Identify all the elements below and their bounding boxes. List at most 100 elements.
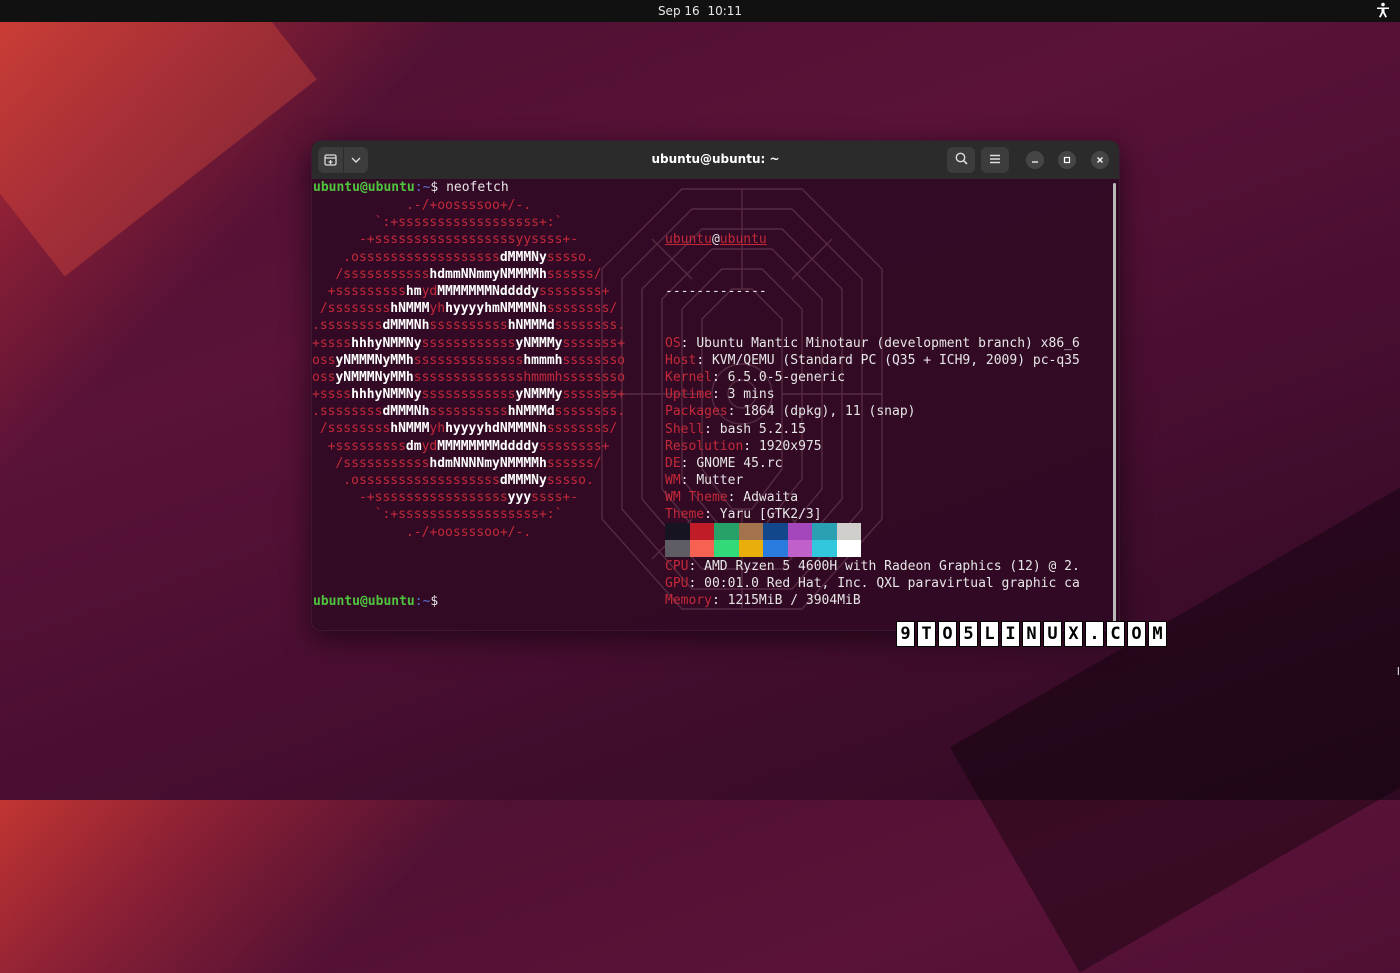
prompt-line-2: ubuntu@ubuntu:~$ (313, 593, 446, 610)
logo-segment: ssssssss+ (538, 283, 610, 299)
info-key: Memory (665, 593, 712, 609)
logo-segment: ssssssss. (554, 404, 626, 420)
logo-segment: ssssssssss (429, 404, 508, 420)
logo-segment: hNMMM (390, 301, 430, 317)
info-line: Theme: Yaru [GTK2/3] (665, 506, 1080, 523)
logo-segment: yNMMMy (515, 387, 563, 403)
info-value: AMD Ryzen 5 4600H with Radeon Graphics (… (704, 559, 1080, 575)
command-text: neofetch (446, 180, 509, 195)
logo-segment: /ssssssss (312, 301, 391, 317)
info-line: Kernel: 6.5.0-5-generic (665, 369, 1080, 386)
logo-segment: yd (421, 283, 438, 299)
maximize-button[interactable] (1058, 151, 1076, 169)
logo-segment: hNMMM (390, 421, 430, 437)
logo-segment: dMMMNy (499, 249, 547, 265)
logo-line: -+sssssssssssssssssyyyssss+- (312, 489, 625, 506)
terminal-header[interactable]: ubuntu@ubuntu: ~ (312, 141, 1119, 179)
logo-segment: MMMMMMMNddddy (437, 283, 539, 299)
logo-segment: ssssssss+ (538, 438, 610, 454)
close-button[interactable] (1091, 151, 1109, 169)
info-value: 1864 (dpkg), 11 (snap) (743, 404, 916, 420)
minimize-icon (1031, 154, 1039, 167)
logo-segment: /sssssssssss (312, 455, 430, 471)
color-swatch (787, 523, 812, 540)
logo-segment: yNMMMNyMMh (335, 352, 414, 368)
info-value: Ubuntu Mantic Minotaur (development bran… (696, 335, 1080, 351)
info-line: WM Theme: Adwaita (665, 489, 1080, 506)
watermark-letter: O (938, 621, 957, 647)
info-line: Uptime: 3 mins (665, 386, 1080, 403)
info-line: WM: Mutter (665, 472, 1080, 489)
logo-segment: /ssssssss (312, 421, 391, 437)
logo-segment: yNMMMy (515, 335, 563, 351)
color-swatch (812, 540, 837, 557)
prompt-user: ubuntu@ubuntu (313, 594, 415, 609)
info-line: Memory: 1215MiB / 3904MiB (665, 592, 1080, 609)
ubuntu-ascii-logo: .-/+oossssoo+/-. `:+ssssssssssssssssss+:… (312, 197, 625, 541)
info-colon: : (727, 490, 744, 506)
color-swatch (738, 540, 763, 557)
logo-line: ossyNMMMNyMMhsssssssssssssshmmmhssssssso (312, 352, 625, 369)
menu-button[interactable] (981, 147, 1009, 173)
info-line: DE: GNOME 45.rc (665, 455, 1080, 472)
logo-line: /ssssssssssshdmNNNNmyNMMMMhssssss/ (312, 455, 625, 472)
logo-segment: .-/+oossssoo+/-. (312, 524, 532, 540)
logo-line: .ossssssssssssssssssdMMMNysssso. (312, 249, 625, 266)
logo-segment: .ossssssssssssssssss (312, 473, 500, 488)
info-colon: : (711, 369, 728, 385)
clock-date: Sep 16 (657, 4, 700, 18)
logo-segment: ssssssss/ (546, 421, 618, 437)
logo-segment: sssssssssssssshmmmhssssssso (413, 369, 626, 385)
prompt-path: :~ (414, 594, 431, 609)
logo-segment: yh (429, 421, 446, 437)
logo-line: `:+ssssssssssssssssss+:` (312, 506, 625, 523)
info-value: Adwaita (743, 490, 799, 506)
color-swatch (714, 523, 739, 540)
color-swatch (836, 540, 861, 557)
logo-segment: hhhyNMMNy (351, 335, 422, 351)
clock-time: 10:11 (707, 4, 743, 18)
watermark-letter: M (1148, 621, 1167, 647)
logo-segment: dMMMNy (499, 473, 547, 488)
logo-segment: yyy (507, 490, 532, 506)
logo-line: .ossssssssssssssssssdMMMNysssso. (312, 472, 625, 489)
info-user: ubuntu (665, 232, 712, 248)
accessibility-icon[interactable] (1376, 2, 1390, 22)
color-swatch (738, 523, 763, 540)
info-key: CPU (665, 559, 689, 575)
logo-line: ossyNMMMNyMMhsssssssssssssshmmmhssssssso (312, 369, 625, 386)
logo-segment: /sssssssssss (312, 266, 430, 282)
minimize-button[interactable] (1026, 151, 1044, 169)
logo-segment: dm (405, 438, 422, 454)
logo-segment: dMMMNh (382, 318, 430, 334)
watermark-letter: 9 (896, 621, 915, 647)
logo-segment: .ossssssssssssssssss (312, 249, 500, 265)
info-colon: : (688, 559, 705, 575)
info-key: Packages (665, 404, 728, 420)
terminal-window[interactable]: ubuntu@ubuntu: ~ ubuntu@ubuntu:~$ neofet… (311, 140, 1120, 631)
top-bar: Sep 16 10:11 (0, 0, 1400, 22)
logo-line: .ssssssssdMMMNhsssssssssshNMMMdssssssss. (312, 317, 625, 334)
info-at: @ (711, 232, 720, 248)
prompt-symbol: $ (430, 180, 447, 195)
logo-segment: -+ssssssssssssssssssyyssss+- (312, 232, 579, 248)
logo-line: .-/+oossssoo+/-. (312, 197, 625, 214)
hamburger-menu-icon (989, 153, 1001, 168)
logo-segment: ssssssssssss (421, 387, 516, 403)
logo-segment: ssssssso (562, 352, 626, 368)
logo-segment: hmmmh (523, 352, 563, 368)
clock[interactable]: Sep 16 10:11 (0, 4, 1400, 18)
color-swatch (763, 540, 788, 557)
info-key: Uptime (665, 387, 712, 403)
watermark-letter: T (917, 621, 936, 647)
watermark-letter: N (1022, 621, 1041, 647)
search-button[interactable] (947, 147, 975, 173)
info-colon: : (680, 335, 697, 351)
logo-segment: hNMMMd (507, 318, 555, 334)
logo-segment: ssssss/ (546, 455, 602, 471)
scrollbar[interactable] (1113, 183, 1116, 623)
watermark-letter: O (1127, 621, 1146, 647)
logo-segment: ssss+- (531, 490, 579, 506)
terminal-body[interactable]: ubuntu@ubuntu:~$ neofetch .-/+oossssoo+/… (312, 179, 1119, 630)
info-key: Resolution (665, 438, 744, 454)
